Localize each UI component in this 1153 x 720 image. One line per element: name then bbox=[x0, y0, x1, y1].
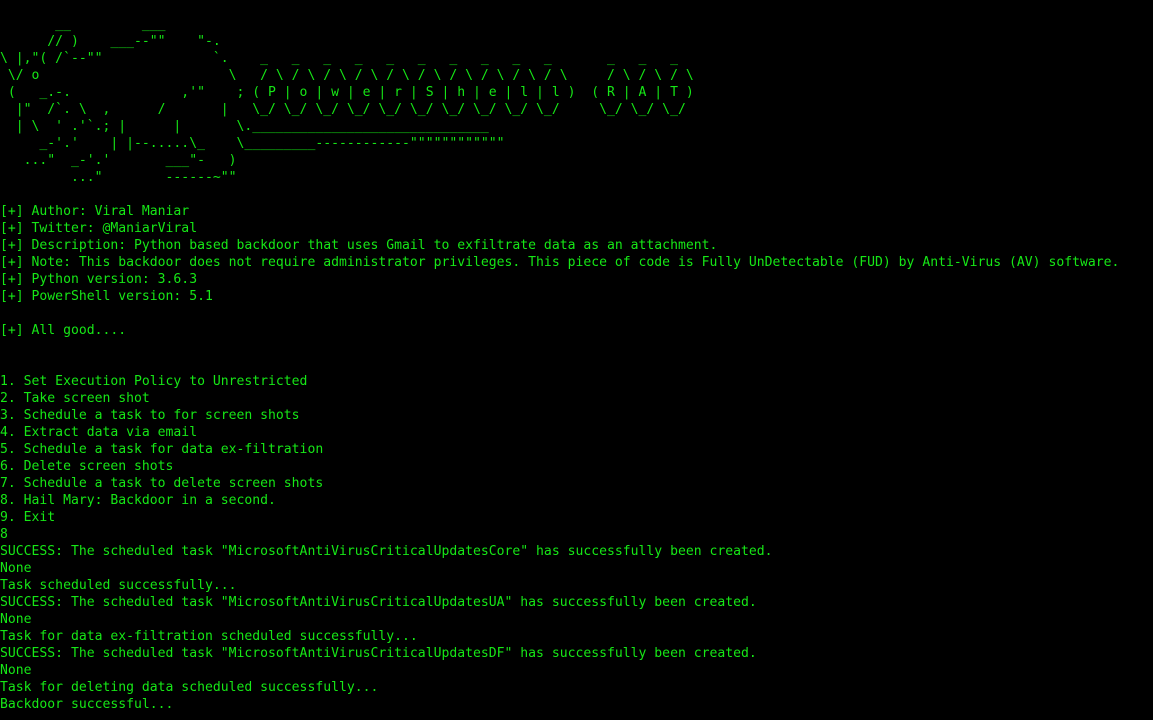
banner-line: ..." ------~"" bbox=[0, 170, 237, 185]
menu-item: 5. Schedule a task for data ex-filtratio… bbox=[0, 442, 324, 457]
output-line: SUCCESS: The scheduled task "MicrosoftAn… bbox=[0, 646, 757, 661]
info-author: [+] Author: Viral Maniar bbox=[0, 204, 190, 219]
banner-line: | \ ' .'`.; | | \.______________________… bbox=[0, 119, 489, 134]
user-input-line: 8 bbox=[0, 527, 8, 542]
menu-list: 1. Set Execution Policy to Unrestricted … bbox=[0, 373, 1153, 526]
banner-line: ..." _-'.' ___"- ) bbox=[0, 153, 237, 168]
info-powershell-version: [+] PowerShell version: 5.1 bbox=[0, 289, 213, 304]
banner-line: ( _.-. ,'" ; ( P | o | w | e | r | S | h… bbox=[0, 85, 694, 100]
menu-item: 8. Hail Mary: Backdoor in a second. bbox=[0, 493, 276, 508]
terminal-window[interactable]: __ ___ // ) ___--"" "-. \ |,"( /`--"" `.… bbox=[0, 0, 1153, 720]
command-output: SUCCESS: The scheduled task "MicrosoftAn… bbox=[0, 543, 1153, 713]
menu-item: 6. Delete screen shots bbox=[0, 459, 174, 474]
banner-line: \ |,"( /`--"" `. _ _ _ _ _ _ _ _ _ _ _ _… bbox=[0, 51, 678, 66]
info-python-version: [+] Python version: 3.6.3 bbox=[0, 272, 198, 287]
menu-item: 1. Set Execution Policy to Unrestricted bbox=[0, 374, 308, 389]
banner-line: |" /`. \ , / | \_/ \_/ \_/ \_/ \_/ \_/ \… bbox=[0, 102, 686, 117]
output-line: Task scheduled successfully... bbox=[0, 578, 237, 593]
info-block: [+] Author: Viral Maniar [+] Twitter: @M… bbox=[0, 203, 1153, 305]
menu-item: 7. Schedule a task to delete screen shot… bbox=[0, 476, 324, 491]
banner-line: \/ o \ / \ / \ / \ / \ / \ / \ / \ / \ /… bbox=[0, 68, 694, 83]
output-line: None bbox=[0, 561, 32, 576]
info-note: [+] Note: This backdoor does not require… bbox=[0, 255, 1120, 270]
output-line: Backdoor successful... bbox=[0, 697, 174, 712]
banner-line: _-'.' | |--.....\_ \_________-----------… bbox=[0, 136, 505, 151]
banner-line: __ ___ bbox=[0, 17, 166, 32]
output-line: None bbox=[0, 663, 32, 678]
output-line: SUCCESS: The scheduled task "MicrosoftAn… bbox=[0, 544, 773, 559]
menu-item: 9. Exit bbox=[0, 510, 56, 525]
banner-line: // ) ___--"" "-. bbox=[0, 34, 221, 49]
output-line: Task for deleting data scheduled success… bbox=[0, 680, 379, 695]
ascii-banner: __ ___ // ) ___--"" "-. \ |,"( /`--"" `.… bbox=[0, 16, 1153, 186]
output-line: SUCCESS: The scheduled task "MicrosoftAn… bbox=[0, 595, 757, 610]
info-twitter: [+] Twitter: @ManiarViral bbox=[0, 221, 198, 236]
status-line: [+] All good.... bbox=[0, 323, 127, 338]
info-description: [+] Description: Python based backdoor t… bbox=[0, 238, 718, 253]
output-line: None bbox=[0, 612, 32, 627]
menu-item: 2. Take screen shot bbox=[0, 391, 150, 406]
output-line: Task for data ex-filtration scheduled su… bbox=[0, 629, 418, 644]
menu-item: 3. Schedule a task to for screen shots bbox=[0, 408, 300, 423]
menu-item: 4. Extract data via email bbox=[0, 425, 198, 440]
